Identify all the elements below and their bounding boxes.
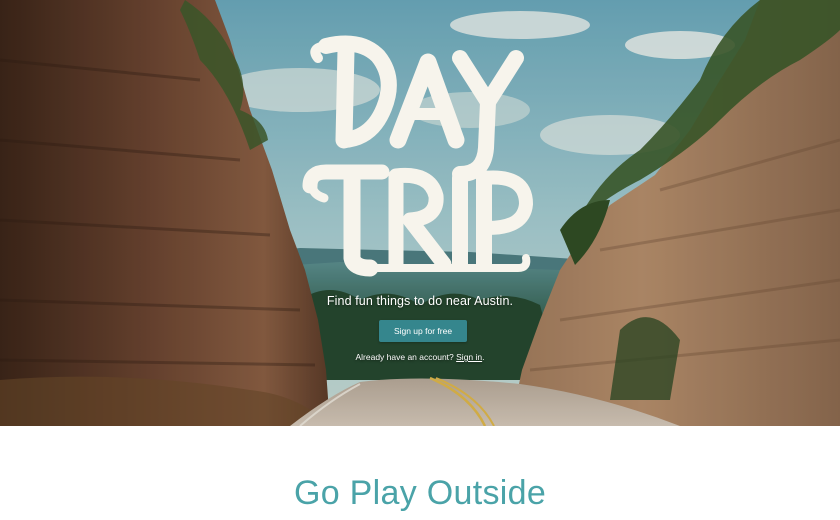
account-prompt: Already have an account? Sign in. [0,352,840,362]
section-title: Go Play Outside [293,474,547,512]
signin-link[interactable]: Sign in [456,352,482,362]
hero-content: Find fun things to do near Austin. Sign … [0,0,840,426]
account-prompt-text: Already have an account? [355,352,457,362]
signin-suffix: . [482,352,485,362]
day-trip-logo [302,35,533,277]
signup-button[interactable]: Sign up for free [379,320,467,342]
hero-tagline: Find fun things to do near Austin. [326,294,514,308]
hero-section: Find fun things to do near Austin. Sign … [0,0,840,426]
